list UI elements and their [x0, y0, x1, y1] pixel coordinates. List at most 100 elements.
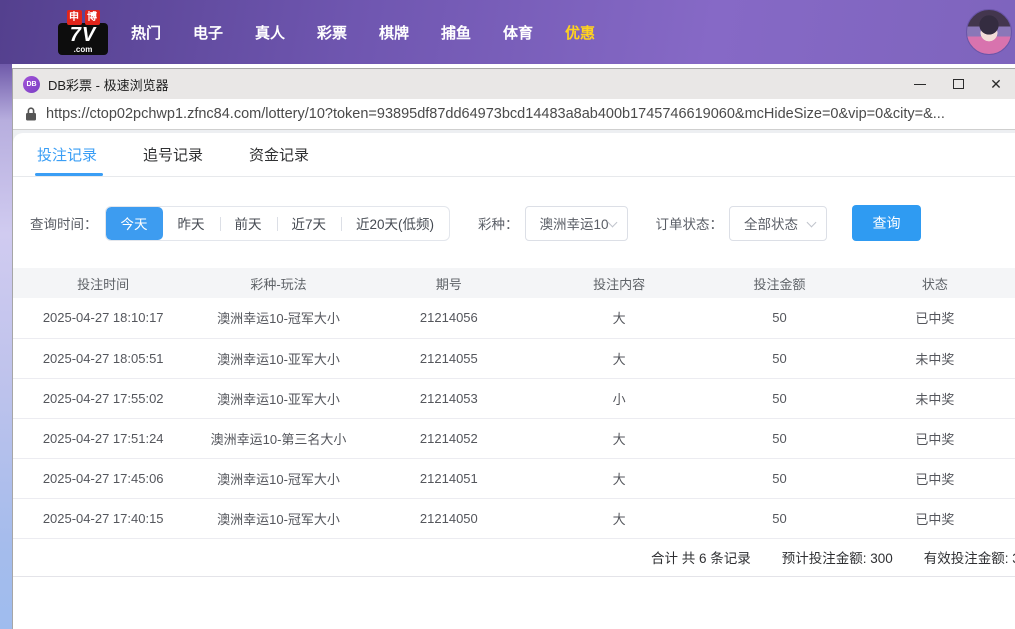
game-play: 澳洲幸运10-亚军大小	[193, 338, 364, 379]
bet-content: 小	[534, 378, 705, 419]
column-header: 彩种-玩法	[193, 268, 364, 298]
tab-资金记录[interactable]: 资金记录	[249, 133, 309, 176]
issue-number: 21214051	[363, 458, 535, 499]
browser-favicon-icon: DB	[23, 75, 40, 93]
lottery-select[interactable]: 澳洲幸运10	[524, 205, 628, 241]
close-button[interactable]: ✕	[977, 69, 1015, 99]
column-header: 期号	[363, 268, 535, 298]
lottery-select-value: 澳洲幸运10	[539, 217, 609, 232]
issue-number: 21214050	[363, 498, 535, 539]
bet-amount: 50	[704, 418, 855, 459]
table-row: 2025-04-27 18:05:51 澳洲幸运10-亚军大小 21214055 大 5…	[13, 338, 1015, 379]
bet-content: 大	[534, 418, 705, 459]
bet-amount: 50	[704, 458, 855, 499]
table-row: 2025-04-27 17:45:06 澳洲幸运10-冠军大小 21214051 大 5…	[13, 458, 1015, 499]
range-button-昨天[interactable]: 昨天	[163, 207, 220, 240]
address-bar[interactable]: https://ctop02pchwp1.zfnc84.com/lottery/…	[13, 99, 1015, 130]
bet-time: 2025-04-27 17:55:02	[13, 378, 194, 419]
game-play: 澳洲幸运10-冠军大小	[193, 298, 364, 339]
bet-content: 大	[534, 298, 705, 339]
close-icon: ✕	[990, 76, 1002, 92]
window-titlebar[interactable]: DB DB彩票 - 极速浏览器 ✕	[13, 69, 1015, 99]
page-background: 投注记录 追号记录 资金记录 查询时间： 今天 昨天 前天 近7天 近20天(低频) 彩种：…	[13, 130, 1015, 629]
bet-amount: 50	[704, 378, 855, 419]
browser-window: DB DB彩票 - 极速浏览器 ✕ https://ctop02pchwp1.z…	[12, 68, 1015, 629]
order-status-select[interactable]: 全部状态	[729, 205, 828, 241]
user-avatar[interactable]	[966, 9, 1012, 55]
game-play: 澳洲幸运10-亚军大小	[193, 378, 364, 419]
table-row: 2025-04-27 17:51:24 澳洲幸运10-第三名大小 21214052 大…	[13, 418, 1015, 459]
lottery-filter-label: 彩种：	[478, 217, 519, 232]
game-play: 澳洲幸运10-第三名大小	[193, 418, 364, 459]
bet-time: 2025-04-27 18:10:17	[13, 298, 194, 339]
active-tab-underline	[35, 173, 103, 176]
bet-amount: 50	[704, 298, 855, 339]
total-expected-amount: 预计投注金额: 300	[781, 551, 893, 566]
bet-content: 大	[534, 338, 705, 379]
topbar-nav: 热门 电子 真人 彩票 棋牌 捕鱼 体育 优惠	[130, 22, 596, 43]
issue-number: 21214055	[363, 338, 535, 379]
nav-item-棋牌[interactable]: 棋牌	[378, 22, 410, 43]
logo-main-text: 7V	[69, 23, 97, 46]
order-status-label: 订单状态：	[655, 217, 724, 232]
nav-item-真人[interactable]: 真人	[254, 22, 286, 43]
nav-item-捕鱼[interactable]: 捕鱼	[440, 22, 472, 43]
tab-追号记录[interactable]: 追号记录	[143, 133, 203, 176]
maximize-button[interactable]	[939, 69, 977, 99]
bet-content: 大	[534, 458, 705, 499]
nav-item-热门[interactable]: 热门	[130, 22, 162, 43]
bet-records-table: 投注时间 彩种-玩法 期号 投注内容 投注金额 状态 2025-04-27 18:10:1…	[13, 268, 1015, 539]
nav-item-电子[interactable]: 电子	[192, 22, 224, 43]
record-tabs: 投注记录 追号记录 资金记录	[13, 133, 1015, 177]
filter-bar: 查询时间： 今天 昨天 前天 近7天 近20天(低频) 彩种： 澳洲幸运10 订单状态：…	[13, 205, 1015, 241]
nav-item-体育[interactable]: 体育	[502, 22, 534, 43]
minimize-button[interactable]	[901, 69, 939, 99]
bet-time: 2025-04-27 17:51:24	[13, 418, 194, 459]
order-status-value: 全部状态	[744, 217, 799, 232]
totals-row: 合计 共 6 条记录 预计投注金额: 300 有效投注金额: 300	[13, 539, 1015, 577]
bet-status: 已中奖	[854, 498, 1015, 539]
window-title: DB彩票 - 极速浏览器	[48, 77, 169, 93]
minimize-icon	[914, 83, 926, 85]
range-button-前天[interactable]: 前天	[219, 207, 277, 240]
range-button-近7天[interactable]: 近7天	[276, 207, 342, 240]
url-text: https://ctop02pchwp1.zfnc84.com/lottery/…	[46, 106, 945, 122]
logo-box: 7V .com	[58, 22, 108, 55]
issue-number: 21214053	[363, 378, 535, 419]
table-row: 2025-04-27 17:55:02 澳洲幸运10-亚军大小 21214053 小 5…	[13, 378, 1015, 419]
column-header: 状态	[854, 268, 1015, 298]
bet-time: 2025-04-27 17:40:15	[13, 498, 194, 539]
game-play: 澳洲幸运10-冠军大小	[193, 458, 364, 499]
total-valid-amount: 有效投注金额: 300	[923, 551, 1015, 566]
logo-badge-bo: 博	[84, 9, 100, 25]
bet-time: 2025-04-27 17:45:06	[13, 458, 194, 499]
tab-投注记录[interactable]: 投注记录	[35, 133, 103, 176]
range-button-近20天(低频)[interactable]: 近20天(低频)	[341, 207, 449, 240]
issue-number: 21214052	[363, 418, 535, 459]
bet-table-head: 投注时间 彩种-玩法 期号 投注内容 投注金额 状态	[13, 268, 1015, 298]
window-controls: ✕	[901, 69, 1015, 99]
logo-badges: 申 博	[66, 9, 100, 25]
site-topbar: 申 博 7V .com 热门 电子 真人 彩票 棋牌 捕鱼 体育 优惠	[0, 0, 1015, 64]
tab-label: 投注记录	[37, 147, 98, 164]
nav-item-优惠[interactable]: 优惠	[564, 22, 596, 43]
site-logo[interactable]: 申 博 7V .com	[58, 9, 108, 55]
chevron-down-icon	[607, 217, 617, 227]
chevron-down-icon	[806, 217, 817, 227]
tab-label: 资金记录	[249, 147, 310, 164]
nav-item-彩票[interactable]: 彩票	[316, 22, 348, 43]
column-header: 投注时间	[13, 268, 194, 298]
bet-content: 大	[534, 498, 705, 539]
logo-badge-shen: 申	[66, 9, 82, 25]
header-row: 投注时间 彩种-玩法 期号 投注内容 投注金额 状态	[13, 268, 1015, 298]
issue-number: 21214056	[363, 298, 535, 339]
query-button[interactable]: 查询	[852, 205, 922, 241]
page-left-strip	[0, 64, 12, 629]
bet-status: 已中奖	[854, 298, 1015, 339]
bet-status: 已中奖	[854, 458, 1015, 499]
logo-suffix-text: .com	[73, 44, 93, 54]
time-filter-label: 查询时间：	[30, 217, 98, 232]
bet-amount: 50	[704, 498, 855, 539]
total-count: 合计 共 6 条记录	[651, 551, 751, 566]
range-button-今天[interactable]: 今天	[105, 206, 163, 240]
